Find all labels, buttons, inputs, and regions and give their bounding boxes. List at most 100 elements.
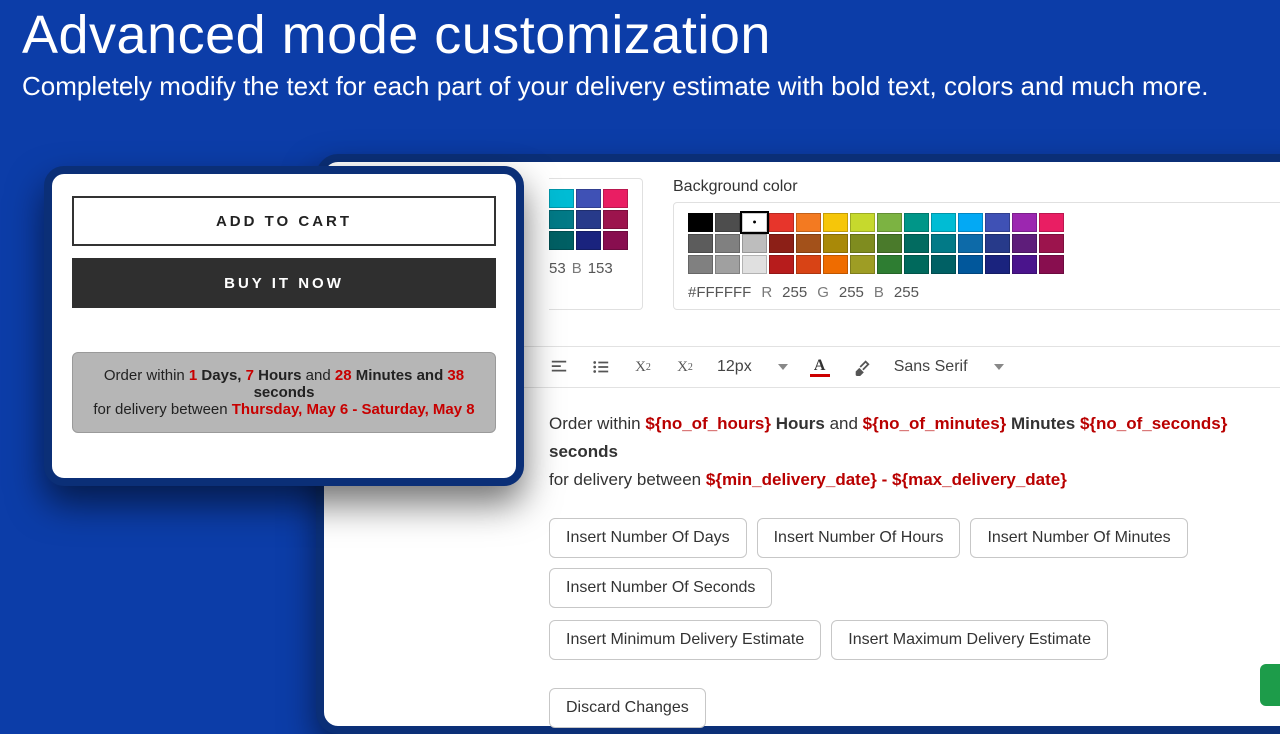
text-color-palette: 53 B 153 bbox=[549, 178, 643, 310]
value: 255 bbox=[782, 284, 807, 301]
insert-max-estimate-button[interactable]: Insert Maximum Delivery Estimate bbox=[831, 620, 1108, 660]
color-swatch[interactable] bbox=[850, 255, 875, 274]
color-swatch[interactable] bbox=[823, 234, 848, 253]
color-swatch[interactable] bbox=[549, 210, 574, 229]
color-swatch[interactable] bbox=[796, 213, 821, 232]
token-hours: ${no_of_hours} bbox=[645, 414, 771, 433]
color-swatch[interactable] bbox=[931, 213, 956, 232]
hex-value: #FFFFFF bbox=[688, 284, 751, 301]
color-swatch[interactable] bbox=[769, 255, 794, 274]
font-family-select[interactable]: Sans Serif bbox=[894, 358, 1004, 376]
color-swatch[interactable] bbox=[742, 255, 767, 274]
color-readout: #FFFFFF R 255 G 255 B 255 bbox=[688, 284, 1275, 301]
text-color-icon[interactable]: A bbox=[810, 357, 830, 377]
token-minutes: ${no_of_minutes} bbox=[863, 414, 1007, 433]
color-swatch[interactable] bbox=[904, 213, 929, 232]
swatch-grid bbox=[549, 189, 628, 250]
color-swatch[interactable] bbox=[715, 255, 740, 274]
color-swatch[interactable] bbox=[931, 255, 956, 274]
insert-buttons-row: Insert Minimum Delivery Estimate Insert … bbox=[549, 620, 1280, 660]
color-swatch[interactable] bbox=[688, 213, 713, 232]
discard-button[interactable]: Discard Changes bbox=[549, 688, 706, 728]
color-swatch[interactable] bbox=[850, 213, 875, 232]
help-tab[interactable] bbox=[1260, 664, 1280, 706]
palette-row: 53 B 153 Background color #FFFFFF R 255 … bbox=[549, 178, 1280, 310]
color-swatch[interactable] bbox=[796, 255, 821, 274]
color-swatch[interactable] bbox=[603, 189, 628, 208]
subscript-icon[interactable]: X2 bbox=[633, 357, 653, 377]
color-swatch[interactable] bbox=[796, 234, 821, 253]
color-swatch[interactable] bbox=[904, 255, 929, 274]
color-swatch[interactable] bbox=[877, 234, 902, 253]
color-swatch[interactable] bbox=[715, 234, 740, 253]
color-swatch[interactable] bbox=[576, 210, 601, 229]
insert-buttons-row: Insert Number Of Days Insert Number Of H… bbox=[549, 518, 1280, 608]
estimate-line: for delivery between Thursday, May 6 - S… bbox=[83, 401, 485, 418]
superscript-icon[interactable]: X2 bbox=[675, 357, 695, 377]
color-swatch[interactable] bbox=[715, 213, 740, 232]
hero: Advanced mode customization Completely m… bbox=[0, 0, 1280, 104]
color-swatch[interactable] bbox=[603, 231, 628, 250]
color-swatch[interactable] bbox=[877, 255, 902, 274]
color-swatch[interactable] bbox=[823, 255, 848, 274]
color-swatch[interactable] bbox=[1039, 255, 1064, 274]
value: 255 bbox=[839, 284, 864, 301]
highlight-icon[interactable] bbox=[852, 357, 872, 377]
align-icon[interactable] bbox=[549, 357, 569, 377]
channel-label: G bbox=[817, 284, 829, 301]
value: 153 bbox=[588, 260, 613, 277]
color-swatch[interactable] bbox=[603, 210, 628, 229]
product-preview-card: ADD TO CART BUY IT NOW Order within 1 Da… bbox=[44, 166, 524, 486]
channel-label: B bbox=[874, 284, 884, 301]
color-swatch[interactable] bbox=[985, 255, 1010, 274]
bullet-list-icon[interactable] bbox=[591, 357, 611, 377]
color-swatch[interactable] bbox=[769, 213, 794, 232]
color-swatch[interactable] bbox=[958, 255, 983, 274]
value: 53 bbox=[549, 260, 566, 277]
color-swatch[interactable] bbox=[576, 189, 601, 208]
color-swatch[interactable] bbox=[823, 213, 848, 232]
buy-now-button[interactable]: BUY IT NOW bbox=[72, 258, 496, 308]
insert-hours-button[interactable]: Insert Number Of Hours bbox=[757, 518, 961, 558]
color-swatch[interactable] bbox=[1012, 213, 1037, 232]
color-swatch[interactable] bbox=[549, 231, 574, 250]
chevron-down-icon bbox=[778, 364, 788, 370]
color-swatch[interactable] bbox=[1039, 213, 1064, 232]
color-swatch[interactable] bbox=[549, 189, 574, 208]
color-swatch[interactable] bbox=[742, 234, 767, 253]
insert-seconds-button[interactable]: Insert Number Of Seconds bbox=[549, 568, 772, 608]
bg-color-palette: #FFFFFF R 255 G 255 B 255 bbox=[673, 202, 1280, 310]
color-swatch[interactable] bbox=[742, 213, 767, 232]
estimate-line: Order within 1 Days, 7 Hours and 28 Minu… bbox=[83, 367, 485, 384]
insert-days-button[interactable]: Insert Number Of Days bbox=[549, 518, 747, 558]
value: 255 bbox=[894, 284, 919, 301]
color-swatch[interactable] bbox=[985, 234, 1010, 253]
color-swatch[interactable] bbox=[958, 234, 983, 253]
color-swatch[interactable] bbox=[576, 231, 601, 250]
insert-min-estimate-button[interactable]: Insert Minimum Delivery Estimate bbox=[549, 620, 821, 660]
color-swatch[interactable] bbox=[931, 234, 956, 253]
color-swatch[interactable] bbox=[769, 234, 794, 253]
color-swatch[interactable] bbox=[688, 255, 713, 274]
color-swatch[interactable] bbox=[850, 234, 875, 253]
font-size-select[interactable]: 12px bbox=[717, 358, 788, 376]
color-swatch[interactable] bbox=[688, 234, 713, 253]
delivery-estimate-box: Order within 1 Days, 7 Hours and 28 Minu… bbox=[72, 352, 496, 433]
add-to-cart-button[interactable]: ADD TO CART bbox=[72, 196, 496, 246]
color-swatch[interactable] bbox=[877, 213, 902, 232]
color-swatch[interactable] bbox=[1012, 255, 1037, 274]
channel-label: B bbox=[572, 260, 582, 277]
color-swatch[interactable] bbox=[958, 213, 983, 232]
chevron-down-icon bbox=[994, 364, 1004, 370]
template-editor[interactable]: Order within ${no_of_hours} Hours and ${… bbox=[549, 406, 1280, 512]
bg-color-label: Background color bbox=[673, 178, 1280, 196]
editor-line: Order within ${no_of_hours} Hours and ${… bbox=[549, 410, 1280, 466]
insert-minutes-button[interactable]: Insert Number Of Minutes bbox=[970, 518, 1187, 558]
page-subtitle: Completely modify the text for each part… bbox=[22, 70, 1242, 104]
swatch-grid bbox=[688, 213, 1275, 274]
color-readout: 53 B 153 bbox=[549, 260, 628, 277]
color-swatch[interactable] bbox=[1039, 234, 1064, 253]
color-swatch[interactable] bbox=[985, 213, 1010, 232]
color-swatch[interactable] bbox=[904, 234, 929, 253]
color-swatch[interactable] bbox=[1012, 234, 1037, 253]
